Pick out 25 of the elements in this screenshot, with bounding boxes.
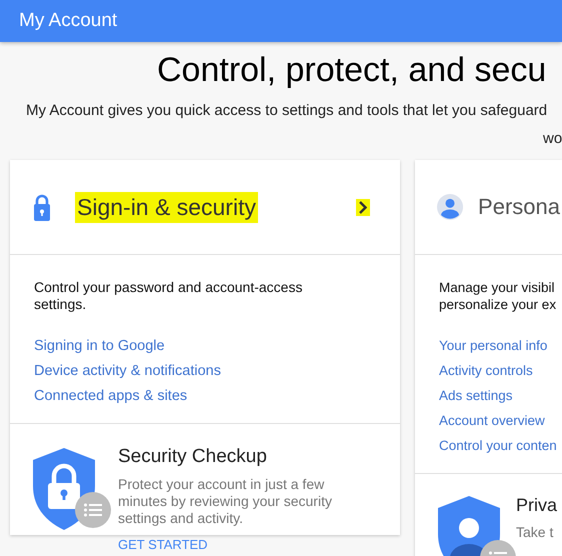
avatar-icon [437,191,464,223]
app-title: My Account [19,10,118,32]
card-link[interactable]: Activity controls [439,362,533,380]
intro-text: wo [543,130,562,148]
headline: Control, protect, and secu [157,50,548,91]
feature-description: Protect your account in just a few minutes by reviewing your security settings and activity. [118,476,332,527]
feature-description: Take t [516,524,554,541]
feature-title: Security Checkup [118,446,268,468]
intro-text: My Account gives you quick access to settings and tools that let you safeguard [26,102,548,120]
list-icon [75,492,111,528]
get-started-link[interactable]: GET STARTED [118,537,208,552]
card-description: Control your password and account-access settings. [34,279,304,313]
card-description: Manage your visibil personalize your ex [439,279,556,313]
card-link[interactable]: Ads settings [439,387,513,405]
card-link[interactable]: Connected apps & sites [34,387,188,405]
card-link[interactable]: Account overview [439,412,545,430]
card-link[interactable]: Your personal info [439,337,548,355]
lock-icon [34,193,50,221]
card-title[interactable]: Persona [476,192,562,222]
card-link[interactable]: Control your conten [439,437,557,455]
card-title[interactable]: Sign-in & security [75,192,258,222]
chevron-icon[interactable] [356,198,370,216]
card-link[interactable]: Signing in to Google [34,337,165,355]
card-link[interactable]: Device activity & notifications [34,362,221,380]
feature-title: Priva [516,494,558,516]
